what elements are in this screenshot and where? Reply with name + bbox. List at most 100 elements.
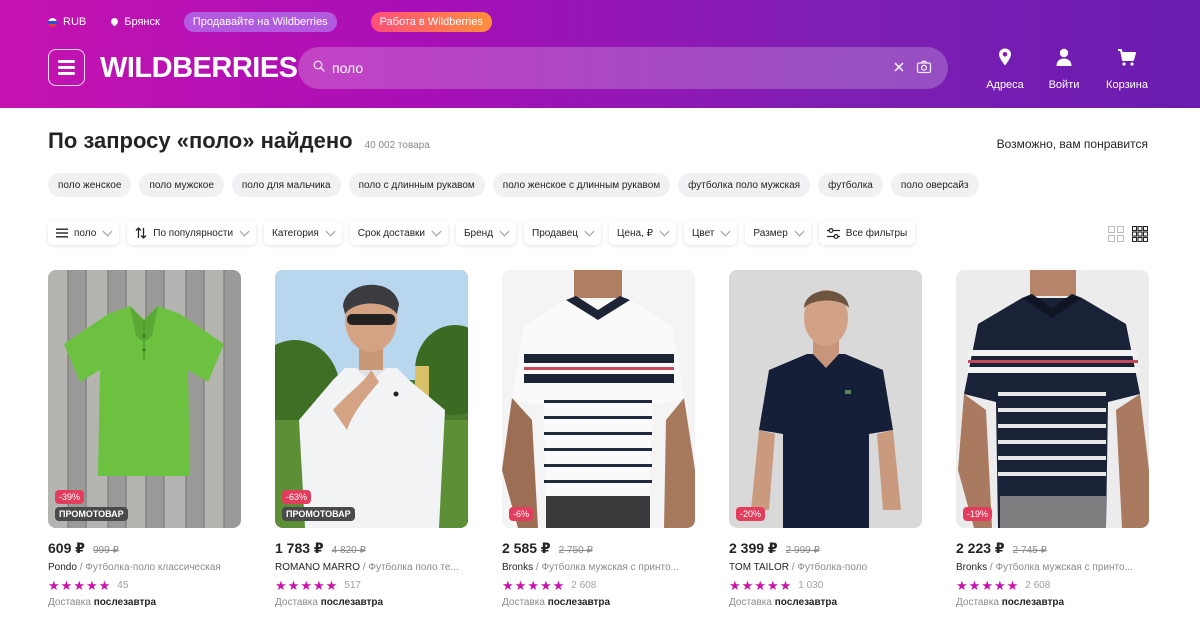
color-filter[interactable]: Цвет xyxy=(683,221,738,245)
price-filter[interactable]: Цена, ₽ xyxy=(609,221,676,245)
large-grid-icon[interactable] xyxy=(1108,226,1124,242)
delivery-label: Доставка xyxy=(956,597,999,608)
size-filter[interactable]: Размер xyxy=(745,221,811,245)
star-icon: ★ xyxy=(956,578,968,593)
product-image[interactable]: -63% ПРОМОТОВАР xyxy=(275,270,468,528)
delivery-info: Доставка послезавтра xyxy=(956,597,1149,608)
product-card[interactable]: -63% ПРОМОТОВАР 1 783 ₽ 4 820 ₽ ROMANO M… xyxy=(275,270,468,608)
nav-cart-label: Корзина xyxy=(1106,79,1148,91)
seller-filter-label: Продавец xyxy=(532,227,579,239)
old-price: 2 999 ₽ xyxy=(785,545,820,556)
sort-filter-label: По популярности xyxy=(153,227,234,239)
suggestion-chip[interactable]: поло для мальчика xyxy=(231,173,341,197)
star-icon: ★ xyxy=(1006,578,1019,593)
product-image[interactable]: -6% xyxy=(502,270,695,528)
delivery-label: Доставка xyxy=(48,597,91,608)
badges: -20% xyxy=(736,507,766,521)
product-name[interactable]: ROMANO MARRO / Футболка поло те... xyxy=(275,562,468,573)
user-icon xyxy=(1056,48,1072,66)
all-filters-button[interactable]: Все фильтры xyxy=(818,221,916,245)
camera-search-icon[interactable] xyxy=(916,59,932,75)
location-pin-icon xyxy=(110,18,119,27)
recommendations-link[interactable]: Возможно, вам понравится xyxy=(997,137,1148,151)
star-icon: ★ xyxy=(287,578,300,593)
discount-badge: -19% xyxy=(963,507,993,521)
suggestion-chip[interactable]: поло женское с длинным рукавом xyxy=(492,173,671,197)
small-grid-icon[interactable] xyxy=(1132,226,1148,242)
brand: Pondo xyxy=(48,562,77,573)
search-input[interactable] xyxy=(332,47,872,89)
suggestion-chip[interactable]: футболка поло мужская xyxy=(678,173,811,197)
star-icon: ★ xyxy=(779,578,792,593)
product-title: / Футболка поло те... xyxy=(360,562,459,573)
page-title: По запросу «поло» найдено xyxy=(48,128,353,153)
chevron-down-icon xyxy=(431,226,442,236)
product-image[interactable]: -19% xyxy=(956,270,1149,528)
search-bar xyxy=(298,47,948,89)
product-name[interactable]: TOM TAILOR / Футболка-поло xyxy=(729,562,922,573)
logo[interactable]: WILDBERRIES xyxy=(100,52,298,85)
star-icon: ★ xyxy=(552,578,565,593)
suggestion-chip[interactable]: поло мужское xyxy=(139,173,224,197)
star-icon: ★ xyxy=(502,578,514,593)
product-card[interactable]: -20% 2 399 ₽ 2 999 ₽ TOM TAILOR / Футбол… xyxy=(729,270,922,608)
brand-filter[interactable]: Бренд xyxy=(455,221,517,245)
suggestion-chip[interactable]: поло с длинным рукавом xyxy=(348,173,485,197)
color-filter-label: Цвет xyxy=(691,227,715,239)
delivery-date: послезавтра xyxy=(320,597,384,608)
nav-cart[interactable]: Корзина xyxy=(1097,47,1157,91)
category-filter[interactable]: Категория xyxy=(264,221,342,245)
nav-login[interactable]: Войти xyxy=(1034,47,1094,91)
old-price: 2 750 ₽ xyxy=(558,545,593,556)
product-image[interactable]: -20% xyxy=(729,270,922,528)
currency-selector[interactable]: RUB xyxy=(48,16,86,28)
brand-filter-label: Бренд xyxy=(463,227,494,239)
menu-button[interactable] xyxy=(48,49,85,86)
location-pin-icon xyxy=(999,48,1011,66)
suggestion-chip[interactable]: футболка xyxy=(818,173,883,197)
product-name[interactable]: Bronks / Футболка мужская с принто... xyxy=(502,562,695,573)
product-title: / Футболка мужская с принто... xyxy=(533,562,679,573)
delivery-info: Доставка послезавтра xyxy=(729,597,922,608)
star-icon: ★ xyxy=(312,578,325,593)
product-card[interactable]: -6% 2 585 ₽ 2 750 ₽ Bronks / Футболка му… xyxy=(502,270,695,608)
discount-badge: -39% xyxy=(55,490,85,504)
rating: ★ ★ ★ ★ ★ 517 xyxy=(275,579,468,592)
star-icon: ★ xyxy=(527,578,539,593)
seller-filter[interactable]: Продавец xyxy=(524,221,602,245)
query-filter[interactable]: поло xyxy=(48,221,120,245)
work-at-wildberries-link[interactable]: Работа в Wildberries xyxy=(370,12,492,32)
price: 1 783 ₽ xyxy=(275,540,324,556)
chevron-down-icon xyxy=(102,226,113,236)
brand: Bronks xyxy=(956,562,988,573)
product-name[interactable]: Bronks / Футболка мужская с принто... xyxy=(956,562,1149,573)
chevron-down-icon xyxy=(720,226,731,236)
product-name[interactable]: Pondo / Футболка-поло классическая xyxy=(48,562,241,573)
product-card[interactable]: -39% ПРОМОТОВАР 609 ₽ 999 ₽ Pondo / Футб… xyxy=(48,270,241,608)
sort-filter[interactable]: По популярности xyxy=(127,221,257,245)
price: 609 ₽ xyxy=(48,540,85,556)
cart-icon xyxy=(1118,49,1136,66)
nav-addresses[interactable]: Адреса xyxy=(975,47,1035,91)
city-selector[interactable]: Брянск xyxy=(110,16,160,28)
star-icon: ★ xyxy=(993,578,1006,593)
sell-on-wildberries-link[interactable]: Продавайте на Wildberries xyxy=(183,12,337,32)
star-icon: ★ xyxy=(981,578,993,593)
review-count: 517 xyxy=(344,580,361,591)
product-card[interactable]: -19% 2 223 ₽ 2 745 ₽ Bronks / Футболка м… xyxy=(956,270,1149,608)
badges: -19% xyxy=(963,507,993,521)
delivery-label: Доставка xyxy=(729,597,772,608)
suggestion-chip[interactable]: поло женское xyxy=(48,173,132,197)
clear-search-icon[interactable] xyxy=(892,60,906,74)
star-icon: ★ xyxy=(729,578,741,593)
nav-login-label: Войти xyxy=(1048,79,1080,91)
city-label: Брянск xyxy=(124,16,160,28)
old-price: 999 ₽ xyxy=(93,545,119,556)
delivery-filter[interactable]: Срок доставки xyxy=(349,221,448,245)
price-row: 2 585 ₽ 2 750 ₽ xyxy=(502,540,695,557)
star-icon: ★ xyxy=(514,578,527,593)
suggestion-chips: поло женское поло мужское поло для мальч… xyxy=(48,173,979,197)
product-image[interactable]: -39% ПРОМОТОВАР xyxy=(48,270,241,528)
suggestion-chip[interactable]: поло оверсайз xyxy=(890,173,979,197)
rating: ★ ★ ★ ★ ★ 1 030 xyxy=(729,579,922,592)
